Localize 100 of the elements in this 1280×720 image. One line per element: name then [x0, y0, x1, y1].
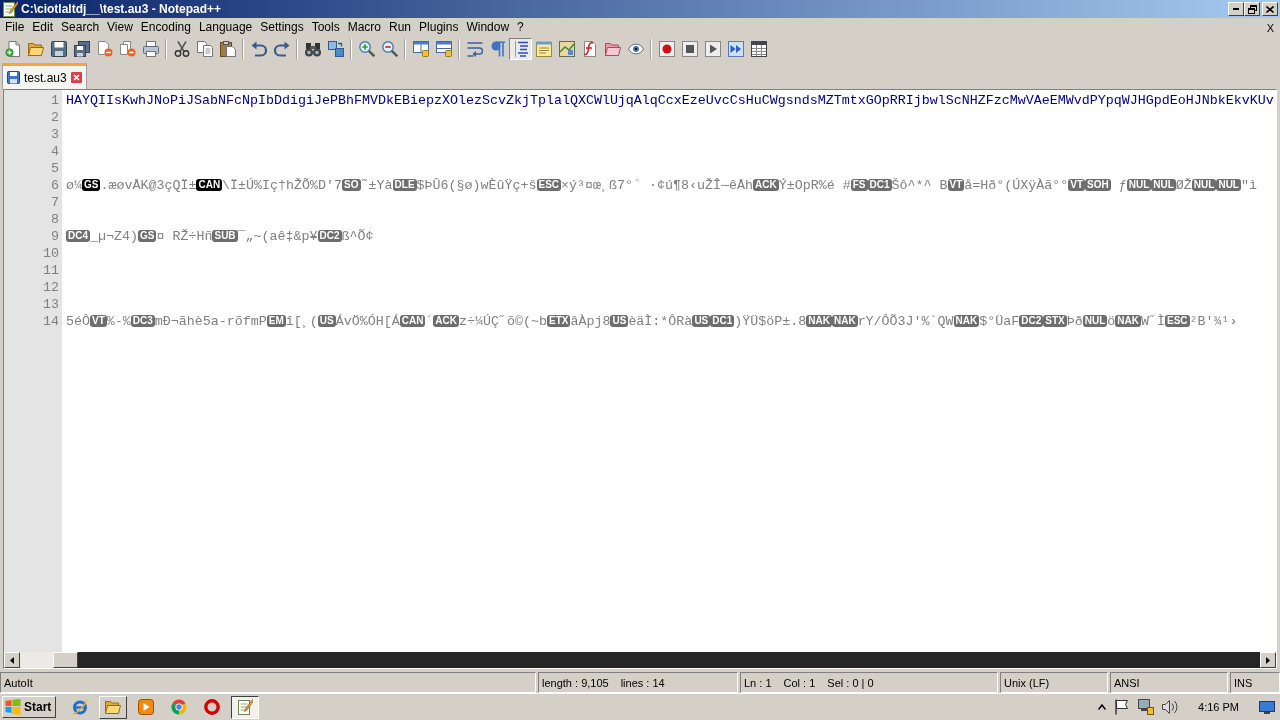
- control-character: SOH: [1085, 179, 1111, 191]
- code-text: ˜±Yà: [360, 178, 393, 193]
- restore-button[interactable]: [1244, 2, 1260, 16]
- computer-icon[interactable]: [1138, 699, 1155, 715]
- menu-item[interactable]: View: [103, 19, 137, 36]
- left-arrow-icon: [10, 656, 14, 664]
- scissors-icon: [173, 41, 190, 57]
- menu-item[interactable]: Edit: [28, 19, 58, 36]
- control-character: NUL: [1151, 179, 1176, 191]
- record-icon: [658, 41, 675, 57]
- printer-icon: [142, 41, 159, 57]
- control-character: STX: [1043, 315, 1067, 327]
- code-text: z÷¼ÚÇ˝õ©(~b: [459, 314, 547, 329]
- menu-item[interactable]: Language: [194, 19, 257, 36]
- text-editor[interactable]: [3, 89, 1277, 669]
- code-text: "ì: [1241, 178, 1257, 193]
- menu-item[interactable]: Macro: [343, 19, 385, 36]
- restore-icon: [1247, 4, 1257, 14]
- line-number: 11: [43, 263, 59, 278]
- line-number: 7: [51, 195, 59, 210]
- code-text: î[¸(: [285, 314, 318, 329]
- ring-icon: [204, 699, 221, 715]
- scroll-left-button[interactable]: [4, 652, 20, 668]
- status-text: lines : 14: [620, 676, 665, 689]
- code-text: $°ÜaF: [979, 314, 1020, 329]
- indent-lines-icon: [512, 41, 529, 57]
- close-document-button[interactable]: X: [1260, 21, 1280, 34]
- minimize-icon: [1233, 8, 1239, 10]
- control-character: CAN: [196, 179, 223, 191]
- menu-item[interactable]: Plugins: [415, 19, 463, 36]
- menu-item[interactable]: Encoding: [136, 19, 195, 36]
- floppy-disks-icon: [73, 41, 90, 57]
- control-character: NAK: [953, 315, 980, 327]
- pages-minus-icon: [119, 41, 136, 57]
- control-character: ESC: [1165, 315, 1190, 327]
- zoom-out-icon: [381, 41, 398, 57]
- file-tab[interactable]: test.au3: [2, 63, 87, 89]
- code-text: ø¼: [66, 178, 82, 193]
- menu-item[interactable]: Tools: [307, 19, 344, 36]
- line-number: 4: [51, 144, 59, 159]
- code-text: ƒ: [1117, 178, 1127, 193]
- control-character: ACK: [433, 315, 460, 327]
- eye-icon: [627, 41, 644, 57]
- status-text: Col : 1: [783, 676, 816, 689]
- control-character: US: [610, 315, 629, 327]
- browser-icon: [72, 699, 89, 715]
- control-character: NAK: [831, 315, 858, 327]
- monitor-icon[interactable]: [1259, 700, 1275, 714]
- control-character: ETX: [547, 315, 571, 327]
- control-character: DC3: [130, 315, 155, 327]
- menu-item[interactable]: Search: [57, 19, 104, 36]
- control-character: DC4: [66, 230, 90, 242]
- start-button[interactable]: Start: [2, 696, 57, 718]
- taskbar-button[interactable]: [231, 695, 260, 719]
- folder-icon: [604, 41, 621, 57]
- line-number: 5: [51, 161, 59, 176]
- control-character: GS: [138, 230, 157, 242]
- code-text: HAYQIIsKwhJNoPiJSabNFcNpIbDdigiJePBhFMVDkEBiepzXOlezScvZkjTplalQXCWlUjqAlqCcxEzeUvcCsHuCWgsndsMZTmtxGOpRRIjbwlScNHZFzcMwVAeEMWvdPYpqWJHGpdEoHJNbkEkvKUv: [66, 93, 1274, 108]
- menu-item[interactable]: Run: [385, 19, 416, 36]
- close-icon[interactable]: [70, 72, 82, 83]
- code-text: _µ¬Z4): [90, 229, 138, 244]
- code-text: .æøvÅK@3çQÏ±: [100, 178, 197, 193]
- control-character: VT: [1068, 179, 1086, 191]
- line-number: 8: [51, 212, 59, 227]
- code-text: ×ý³¤œ¸ß7°` ·¢ú¶8‹uŽÎ—êÅh: [561, 178, 754, 193]
- control-character: US: [317, 315, 336, 327]
- line-number: 12: [43, 280, 59, 295]
- code-text: rY/ÔÕ3J'%`QW: [857, 314, 954, 329]
- code-text: $ÞÛ6(§ø)wÈûŸç+š: [416, 178, 537, 193]
- control-character: NUL: [1216, 179, 1241, 191]
- flag-icon[interactable]: [1114, 699, 1131, 715]
- replace-icon: [327, 41, 344, 57]
- line-number: 3: [51, 127, 59, 142]
- control-character: NAK: [1115, 315, 1141, 327]
- speaker-icon[interactable]: [1162, 699, 1179, 715]
- menu-item[interactable]: ?: [513, 19, 528, 36]
- scrollbar-thumb[interactable]: [53, 652, 78, 668]
- chevron-up-icon[interactable]: [1098, 704, 1107, 710]
- menu-item[interactable]: File: [1, 19, 29, 36]
- menu-item[interactable]: Window: [462, 19, 514, 36]
- line-number: 14: [43, 314, 59, 329]
- code-text: \Ï±Ú%Iç†hŽÕ%D'7: [222, 178, 343, 193]
- control-character: DLE: [392, 179, 417, 191]
- code-text: Þð: [1066, 314, 1083, 329]
- indent-guide-button[interactable]: [509, 38, 532, 60]
- code-text: ß^Õ¢: [341, 229, 374, 244]
- close-button[interactable]: [1262, 2, 1278, 16]
- scroll-right-button[interactable]: [1260, 652, 1276, 668]
- line-number: 13: [43, 297, 59, 312]
- play-tile-icon: [138, 699, 155, 715]
- menu-item[interactable]: Settings: [256, 19, 308, 36]
- code-text: âÀpj8: [570, 314, 611, 329]
- status-text: ANSI: [1114, 676, 1140, 689]
- code-text: Šô^*^ B: [891, 178, 948, 193]
- minimize-button[interactable]: [1228, 2, 1244, 16]
- page-curve-icon: [581, 41, 598, 57]
- control-character: SUB: [212, 230, 238, 242]
- code-text: èäÌ:*ÔRà: [628, 314, 693, 329]
- page-plus-icon: [4, 41, 21, 57]
- control-character: GS: [82, 179, 101, 191]
